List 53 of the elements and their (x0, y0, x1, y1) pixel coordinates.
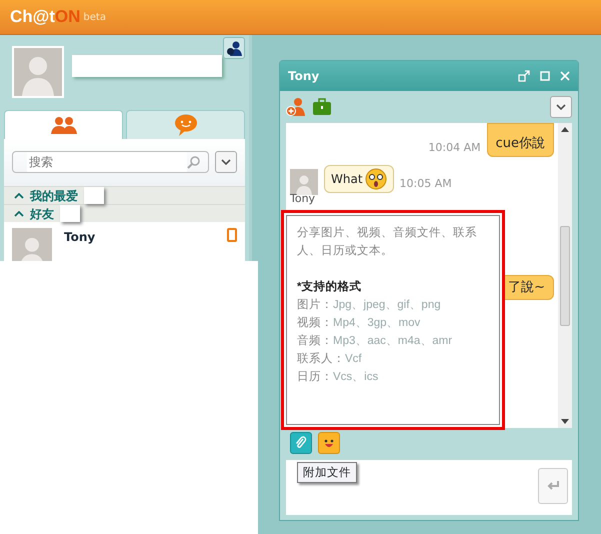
attach-button[interactable] (290, 432, 312, 454)
phone-icon (227, 228, 237, 242)
dropdown-button[interactable] (550, 96, 572, 118)
emoticon-button[interactable] (318, 432, 340, 454)
format-line: 视频：Mp4、3gp、mov (297, 316, 422, 331)
redacted-count (60, 205, 80, 222)
contact-name[interactable]: Tony (64, 228, 96, 246)
paperclip-icon (294, 436, 308, 450)
message-input[interactable] (286, 460, 572, 515)
tab[interactable] (126, 110, 245, 139)
profile-info-button[interactable] (223, 37, 245, 59)
chat-title: Tony (288, 68, 320, 85)
scroll-up-icon[interactable] (561, 127, 569, 132)
beta-label: beta (83, 10, 106, 24)
maximize-icon[interactable] (540, 71, 550, 81)
search-icon (187, 156, 200, 168)
message-text: What (331, 170, 363, 188)
send-button[interactable] (538, 468, 568, 504)
message-bubble: cue你說 (486, 123, 554, 156)
avatar-silhouette-icon (290, 168, 318, 194)
sender-name: Tony (290, 192, 316, 204)
shocked-face-icon (364, 168, 387, 190)
format-line: 日历：Vcs、ics (297, 370, 380, 385)
tooltip: 附加文件 (297, 462, 357, 484)
format-line: 音频：Mp3、aac、m4a、amr (297, 333, 454, 349)
group-label: 我的最爱 (30, 188, 78, 204)
redacted-count (84, 187, 104, 204)
format-line: 图片：Jpg、jpeg、gif、png (297, 298, 442, 313)
tab[interactable] (4, 110, 123, 139)
contacts-icon (50, 116, 76, 134)
close-icon[interactable] (560, 71, 570, 81)
search-field[interactable]: 搜索 (12, 151, 209, 173)
collapse-caret-icon[interactable] (14, 210, 24, 216)
dropdown-button[interactable] (215, 151, 237, 173)
group-label: 好友 (30, 206, 54, 222)
timestamp: 10:05 AM (400, 176, 452, 192)
scroll-down-icon[interactable] (561, 419, 569, 424)
popup-heading: *支持的格式 (297, 279, 362, 295)
briefcase-icon[interactable] (312, 98, 332, 116)
chevron-down-icon (221, 159, 231, 165)
return-arrow-icon (546, 480, 560, 492)
popout-icon[interactable] (518, 70, 530, 82)
scrollbar-thumb[interactable] (560, 226, 570, 326)
app-logo: Ch@tON (10, 6, 80, 28)
add-contact-icon[interactable] (286, 97, 306, 117)
chat-bubble-icon (174, 114, 198, 136)
avatar-silhouette-icon (12, 46, 64, 98)
scrollbar[interactable] (558, 123, 572, 428)
collapse-caret-icon[interactable] (14, 192, 24, 198)
chevron-down-icon (556, 104, 566, 110)
popup-description: 分享图片、视频、音频文件、联系人、日历或文本。 (297, 225, 478, 259)
format-line: 联系人：Vcf (297, 351, 363, 367)
timestamp: 10:04 AM (428, 140, 481, 156)
